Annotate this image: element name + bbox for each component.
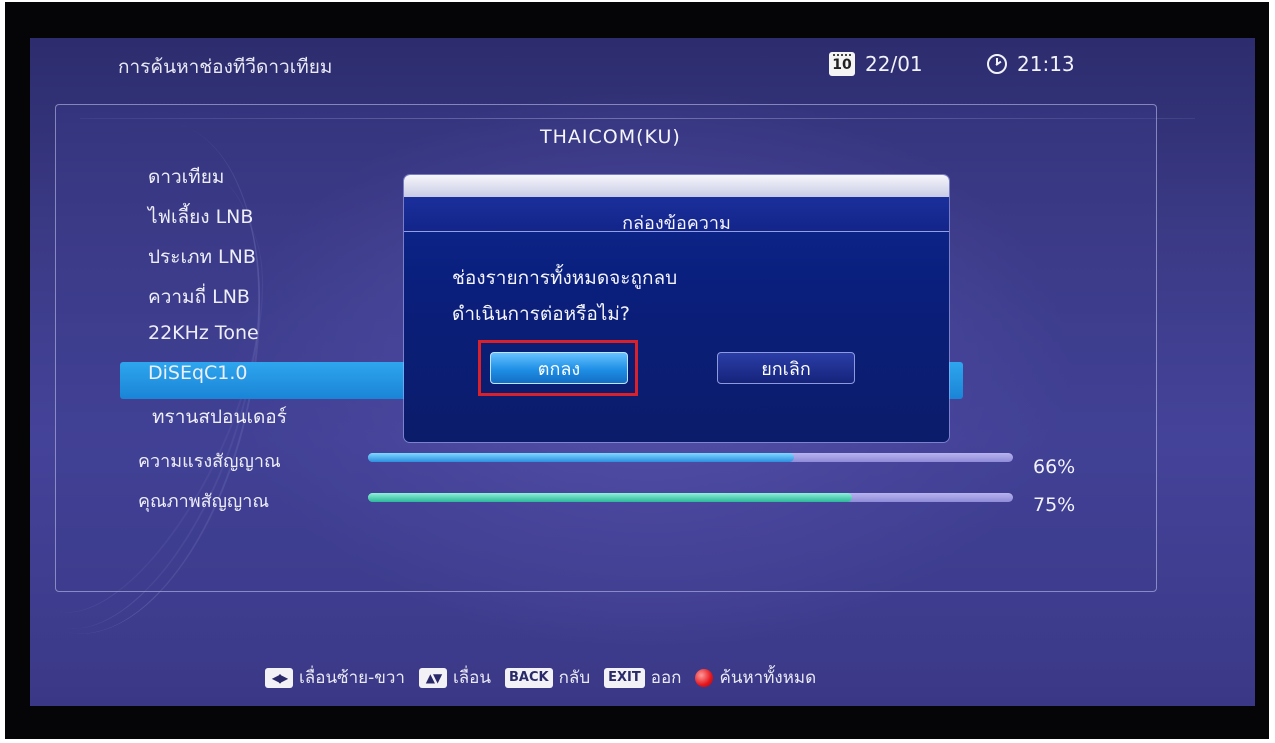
signal-strength-percent: 66% xyxy=(1033,456,1076,478)
message-dialog: กล่องข้อความ ช่องรายการทั้งหมดจะถูกลบ ดำ… xyxy=(404,175,949,442)
footer-search-all-text: ค้นหาทั้งหมด xyxy=(719,668,817,688)
dialog-title: กล่องข้อความ xyxy=(622,213,731,234)
footer-ud-text: เลื่อน xyxy=(452,668,492,688)
calendar-icon: 10 xyxy=(829,52,855,76)
footer-exit-text: ออก xyxy=(650,668,682,688)
setting-label-22khz-tone[interactable]: 22KHz Tone xyxy=(148,322,259,344)
annotation-highlight-box xyxy=(478,340,638,396)
clock-icon xyxy=(987,54,1007,74)
time-display: 21:13 xyxy=(987,52,1075,76)
setting-label-lnb-frequency[interactable]: ความถี่ LNB xyxy=(148,282,250,312)
left-right-key-icon: ◀▶ xyxy=(265,667,293,688)
signal-strength-fill xyxy=(368,453,794,462)
dialog-top-strip xyxy=(404,175,949,197)
red-key-icon xyxy=(695,668,714,687)
signal-quality-percent: 75% xyxy=(1033,494,1076,516)
signal-strength-bar xyxy=(368,453,1013,462)
up-down-key-icon: ▲▼ xyxy=(418,667,447,688)
date-display: 10 22/01 xyxy=(829,52,923,76)
time-text: 21:13 xyxy=(1017,52,1075,76)
signal-quality-label: คุณภาพสัญญาณ xyxy=(138,491,270,512)
setting-label-satellite[interactable]: ดาวเทียม xyxy=(148,162,224,192)
page-title: การค้นหาช่องทีวีดาวเทียม xyxy=(118,56,333,78)
setting-label-lnb-power[interactable]: ไฟเลี้ยง LNB xyxy=(148,202,253,232)
footer-help-bar: ◀▶ เลื่อนซ้าย-ขวา ▲▼ เลื่อน BACK กลับ EX… xyxy=(265,664,816,691)
date-text: 22/01 xyxy=(865,52,923,76)
back-key-icon: BACK xyxy=(505,667,553,688)
signal-quality-bar xyxy=(368,493,1013,502)
footer-lr-text: เลื่อนซ้าย-ขวา xyxy=(299,668,405,688)
setting-label-diseqc[interactable]: DiSEqC1.0 xyxy=(148,362,248,384)
signal-strength-label: ความแรงสัญญาณ xyxy=(138,451,281,472)
setting-label-transponder[interactable]: ทรานสปอนเดอร์ xyxy=(152,402,287,432)
satellite-value: THAICOM(KU) xyxy=(540,126,681,148)
exit-key-icon: EXIT xyxy=(604,667,645,688)
footer-back-text: กลับ xyxy=(558,668,591,688)
cancel-button[interactable]: ยกเลิก xyxy=(717,352,855,384)
dialog-message-line2: ดำเนินการต่อหรือไม่? xyxy=(452,303,630,325)
dialog-message-line1: ช่องรายการทั้งหมดจะถูกลบ xyxy=(452,267,678,289)
setting-label-lnb-type[interactable]: ประเภท LNB xyxy=(148,242,256,272)
signal-quality-fill xyxy=(368,493,852,502)
